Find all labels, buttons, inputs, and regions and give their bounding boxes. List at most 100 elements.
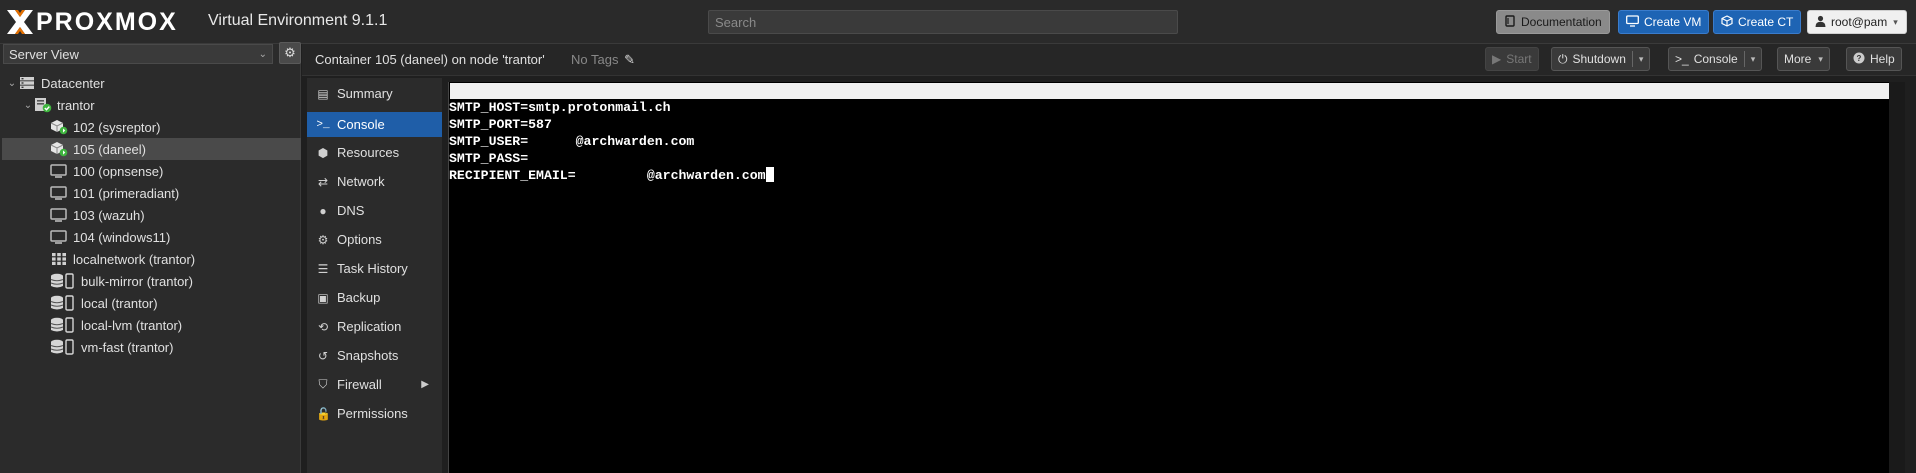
tree-item-vm-100[interactable]: 100 (opnsense) [2, 160, 301, 182]
console-icon: >_ [316, 118, 330, 131]
vm-icon [50, 185, 68, 201]
tree-settings-button[interactable]: ⚙ [279, 42, 301, 64]
terminal-line: RECIPIENT_EMAIL= @archwarden.com [449, 168, 766, 183]
start-button[interactable]: ▶ Start [1485, 47, 1539, 71]
tree-item-trantor[interactable]: ⌄ trantor [22, 94, 300, 116]
nav-label: Console [337, 117, 385, 132]
network-grid-icon [50, 251, 68, 267]
terminal-scrollbar[interactable] [1889, 82, 1905, 473]
tree-item-vm-103[interactable]: 103 (wazuh) [2, 204, 301, 226]
nano-title-bar: GNU nano 7.2 /root/threat-intel-agent/.e… [450, 83, 1889, 130]
documentation-button[interactable]: Documentation [1496, 10, 1610, 34]
chevron-down-icon: ▾ [1893, 16, 1898, 27]
terminal-icon: >_ [1675, 52, 1689, 66]
nav-snapshots[interactable]: ↺ Snapshots [307, 343, 442, 368]
nav-backup[interactable]: ▣ Backup [307, 285, 442, 310]
options-icon: ⚙ [317, 232, 329, 247]
nav-label: Replication [337, 319, 402, 334]
product-version: Virtual Environment 9.1.1 [208, 12, 388, 29]
resource-tree-panel: Server View ⌄ ⚙ ⌄ Datacenter ⌄ trantor 1 [0, 42, 301, 473]
logo-text: PROXMOX [36, 7, 178, 36]
tree-item-label: 103 (wazuh) [73, 207, 145, 223]
chevron-down-icon[interactable]: ▾ [1639, 54, 1644, 65]
tree-item-datacenter[interactable]: ⌄ Datacenter [6, 72, 300, 94]
split-divider [1743, 51, 1745, 67]
book-icon [1504, 14, 1516, 30]
more-button[interactable]: More ▾ [1777, 47, 1830, 71]
nav-console[interactable]: >_ Console [307, 112, 442, 137]
container-running-icon [50, 119, 68, 135]
tree-item-ct-102[interactable]: 102 (sysreptor) [2, 116, 301, 138]
tree-item-vm-104[interactable]: 104 (windows11) [2, 226, 301, 248]
nav-replication[interactable]: ⟲ Replication [307, 314, 442, 339]
power-icon: ⏻ [1558, 51, 1568, 66]
pencil-icon[interactable]: ✎ [624, 52, 635, 67]
create-vm-button[interactable]: Create VM [1618, 10, 1710, 34]
nav-summary[interactable]: ▤ Summary [307, 81, 442, 106]
tree-item-label: 105 (daneel) [73, 141, 146, 157]
nav-label: Summary [337, 86, 393, 101]
tree-item-storage-local[interactable]: local (trantor) [2, 292, 301, 314]
terminal-line: SMTP_PASS= [449, 151, 529, 166]
svg-text:?: ? [1857, 54, 1862, 63]
shutdown-button[interactable]: ⏻ Shutdown ▾ [1551, 47, 1651, 71]
content-header: Container 105 (daneel) on node 'trantor'… [302, 44, 1916, 76]
storage-icon [50, 273, 76, 289]
nav-permissions[interactable]: 🔓 Permissions [307, 401, 442, 426]
create-ct-button[interactable]: Create CT [1713, 10, 1802, 34]
collapse-icon[interactable]: ⌄ [6, 78, 18, 89]
vm-icon [50, 229, 68, 245]
tree-item-label: local-lvm (trantor) [81, 317, 183, 333]
tree-item-vm-101[interactable]: 101 (primeradiant) [2, 182, 301, 204]
nav-label: Options [337, 232, 382, 247]
nav-firewall[interactable]: ⛉ Firewall ▶ [307, 372, 442, 397]
view-selector-value: Server View [9, 46, 79, 62]
nav-label: Resources [337, 145, 400, 160]
vm-icon [50, 207, 68, 223]
question-circle-icon: ? [1853, 52, 1865, 67]
tree-item-label: local (trantor) [81, 295, 158, 311]
tree-item-ct-105[interactable]: 105 (daneel) [2, 138, 301, 160]
tree-item-label: Datacenter [41, 75, 105, 91]
shutdown-label: Shutdown [1572, 52, 1626, 66]
expand-arrow-icon[interactable]: ▶ [421, 379, 429, 390]
user-label: root@pam [1831, 15, 1888, 29]
tags-editor[interactable]: No Tags ✎ [571, 52, 635, 68]
proxmox-logo[interactable]: PROXMOX [6, 7, 178, 36]
create-ct-label: Create CT [1738, 15, 1794, 29]
nav-label: Firewall [337, 377, 382, 392]
console-terminal[interactable]: GNU nano 7.2 /root/threat-intel-agent/.e… [448, 82, 1905, 473]
backup-icon: ▣ [317, 290, 329, 305]
chevron-down-icon[interactable]: ▾ [1751, 54, 1756, 65]
tree-item-storage-local-lvm[interactable]: local-lvm (trantor) [2, 314, 301, 336]
tree-item-label: localnetwork (trantor) [73, 251, 196, 267]
vm-icon [50, 163, 68, 179]
tree-item-storage-bulk-mirror[interactable]: bulk-mirror (trantor) [2, 270, 301, 292]
tree-item-localnetwork[interactable]: localnetwork (trantor) [2, 248, 301, 270]
tree-item-label: 104 (windows11) [73, 229, 171, 245]
permissions-icon: 🔓 [316, 406, 331, 421]
nano-file-path: /root/threat-intel-agent/.env * [1063, 115, 1309, 130]
tree-item-storage-vm-fast[interactable]: vm-fast (trantor) [2, 336, 301, 358]
nav-dns[interactable]: ● DNS [307, 198, 442, 223]
snapshots-icon: ↺ [317, 348, 329, 363]
nav-network[interactable]: ⇄ Network [307, 169, 442, 194]
user-menu-button[interactable]: root@pam ▾ [1807, 10, 1907, 34]
help-label: Help [1870, 52, 1895, 66]
nav-task-history[interactable]: ☰ Task History [307, 256, 442, 281]
terminal-line: SMTP_HOST=smtp.protonmail.ch [449, 100, 671, 115]
tree-item-label: trantor [57, 97, 95, 113]
top-bar: PROXMOX Virtual Environment 9.1.1 Docume… [0, 0, 1916, 44]
console-menu-button[interactable]: >_ Console ▾ [1668, 47, 1763, 71]
collapse-icon[interactable]: ⌄ [22, 100, 34, 111]
help-button[interactable]: ? Help [1846, 47, 1902, 71]
task-history-icon: ☰ [317, 261, 329, 276]
network-icon: ⇄ [317, 174, 329, 189]
search-input[interactable] [708, 10, 1178, 34]
view-selector[interactable]: Server View ⌄ [3, 44, 273, 64]
cube-icon [1721, 14, 1733, 30]
storage-icon [50, 295, 76, 311]
nav-options[interactable]: ⚙ Options [307, 227, 442, 252]
tags-label: No Tags [571, 52, 619, 67]
nav-resources[interactable]: ⬢ Resources [307, 140, 442, 165]
